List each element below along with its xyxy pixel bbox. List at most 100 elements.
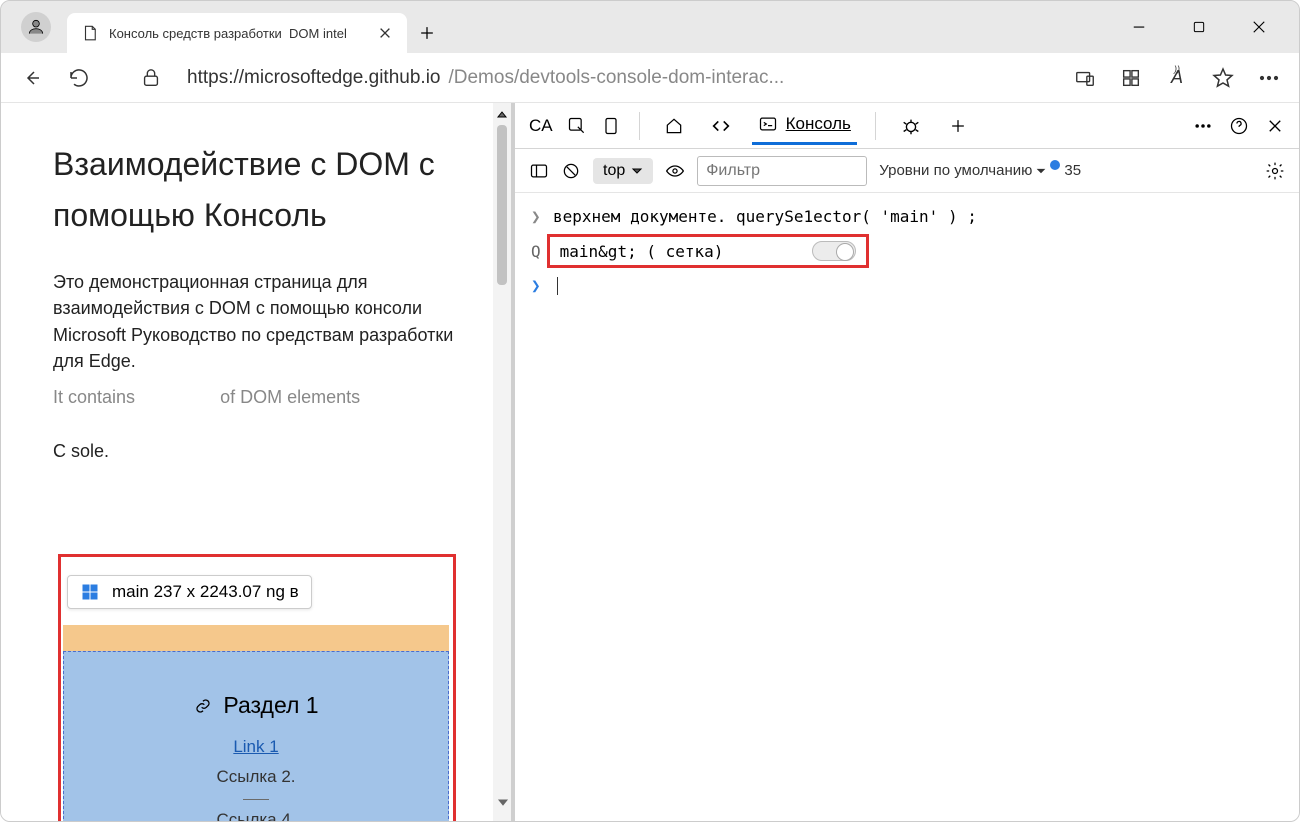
filter-input[interactable] bbox=[697, 156, 867, 186]
link-1[interactable]: Link 1 bbox=[64, 737, 448, 757]
devtools-panel: CA Консоль bbox=[511, 103, 1299, 821]
content-area: Взаимодействие с DOM с помощью Консоль Э… bbox=[1, 103, 1299, 821]
divider bbox=[243, 799, 269, 800]
tab-debug[interactable] bbox=[894, 107, 928, 145]
tab-close-button[interactable] bbox=[377, 25, 393, 41]
page-viewport: Взаимодействие с DOM с помощью Консоль Э… bbox=[1, 103, 511, 821]
tablet-icon bbox=[601, 116, 621, 136]
inspect-icon bbox=[567, 116, 587, 136]
address-bar: https://microsoftedge.github.io/Demos/de… bbox=[1, 53, 1299, 103]
page-paragraph-2: It contains of DOM elements bbox=[53, 384, 459, 410]
new-tab-button[interactable] bbox=[407, 13, 447, 53]
back-button[interactable] bbox=[19, 66, 43, 90]
console-settings[interactable] bbox=[1265, 161, 1285, 181]
console-result-row: Q main&gt; ( сетка) bbox=[531, 230, 1283, 272]
devtools-close[interactable] bbox=[1265, 116, 1285, 136]
tab-elements[interactable] bbox=[704, 107, 738, 145]
lock-icon bbox=[140, 67, 162, 89]
console-result[interactable]: main&gt; ( сетка) bbox=[547, 234, 869, 268]
grid-icon bbox=[80, 582, 100, 602]
tab-add[interactable] bbox=[942, 108, 974, 144]
home-icon bbox=[664, 116, 684, 136]
scroll-thumb[interactable] bbox=[497, 125, 507, 285]
close-icon bbox=[1266, 117, 1284, 135]
favorite-button[interactable] bbox=[1211, 66, 1235, 90]
plus-icon bbox=[417, 23, 437, 43]
page-heading: Взаимодействие с DOM с помощью Консоль bbox=[53, 139, 459, 241]
console-toolbar: top Уровни по умолчанию35 bbox=[515, 149, 1299, 193]
chevron-down-icon bbox=[631, 165, 643, 177]
issue-count: 35 bbox=[1064, 162, 1081, 179]
browser-window: Консоль средств разработки DOM intel htt… bbox=[0, 0, 1300, 822]
console-output: ❯ верхнем документе. querySe1ector( 'mai… bbox=[515, 193, 1299, 309]
grid-toggle[interactable] bbox=[812, 241, 856, 261]
reader-button[interactable] bbox=[1073, 66, 1097, 90]
reload-icon bbox=[67, 66, 91, 90]
tooltip-text: main 237 x 2243.07 ng в bbox=[112, 582, 299, 602]
chevron-right-icon: ❯ bbox=[531, 276, 545, 295]
dots-icon bbox=[1193, 116, 1213, 136]
eye-icon bbox=[665, 161, 685, 181]
code-icon bbox=[710, 115, 732, 137]
scroll-down-icon bbox=[497, 796, 509, 808]
tab-title-1: Консоль средств разработки bbox=[109, 26, 282, 41]
console-prompt[interactable]: ❯ bbox=[531, 272, 1283, 299]
badge-dot bbox=[1050, 160, 1060, 170]
profile-avatar[interactable] bbox=[21, 12, 51, 42]
devtools-tabbar: CA Консоль bbox=[515, 103, 1299, 149]
chevron-right-icon: ❯ bbox=[531, 207, 545, 226]
page-paragraph-1: Это демонстрационная страница для взаимо… bbox=[53, 269, 459, 373]
tab-title-2: DOM intel bbox=[289, 26, 347, 41]
url-text[interactable]: https://microsoftedge.github.io/Demos/de… bbox=[187, 67, 1049, 89]
close-icon bbox=[378, 26, 392, 40]
titlebar: Консоль средств разработки DOM intel bbox=[1, 1, 1299, 53]
site-info-button[interactable] bbox=[139, 66, 163, 90]
page-scrollbar[interactable] bbox=[493, 103, 511, 821]
device-icon bbox=[1074, 67, 1096, 89]
maximize-button[interactable] bbox=[1187, 15, 1211, 39]
gear-icon bbox=[1265, 160, 1285, 182]
close-window-button[interactable] bbox=[1247, 15, 1271, 39]
clear-console[interactable] bbox=[561, 161, 581, 181]
devtools-help[interactable] bbox=[1229, 116, 1249, 136]
apps-button[interactable] bbox=[1119, 66, 1143, 90]
live-expression[interactable] bbox=[665, 161, 685, 181]
link-4[interactable]: Ссылка 4. bbox=[64, 810, 448, 822]
chevron-down-icon bbox=[1036, 166, 1046, 176]
inspect-button[interactable] bbox=[567, 116, 587, 136]
scroll-up-icon bbox=[496, 109, 508, 121]
minimize-button[interactable] bbox=[1127, 15, 1151, 39]
minimize-icon bbox=[1130, 18, 1148, 36]
console-command[interactable]: верхнем документе. querySe1ector( 'main'… bbox=[553, 207, 977, 226]
plus-icon bbox=[948, 116, 968, 136]
devtools-ca-label[interactable]: CA bbox=[529, 116, 553, 136]
console-input-row: ❯ верхнем документе. querySe1ector( 'mai… bbox=[531, 203, 1283, 230]
close-icon bbox=[1250, 18, 1268, 36]
link-icon bbox=[193, 696, 213, 716]
text-cursor bbox=[557, 277, 558, 295]
browser-tab[interactable]: Консоль средств разработки DOM intel bbox=[67, 13, 407, 53]
read-aloud-button[interactable]: A)) bbox=[1165, 66, 1189, 90]
dots-icon bbox=[1257, 66, 1281, 90]
star-icon bbox=[1211, 66, 1235, 90]
clear-icon bbox=[561, 161, 581, 181]
section-heading: Раздел 1 bbox=[193, 692, 318, 719]
main-overlay: Раздел 1 Link 1 Ссылка 2. Ссылка 4. Ссыл… bbox=[63, 651, 449, 822]
inspector-tooltip: main 237 x 2243.07 ng в bbox=[67, 575, 312, 609]
maximize-icon bbox=[1191, 19, 1207, 35]
device-toggle[interactable] bbox=[601, 116, 621, 136]
log-levels[interactable]: Уровни по умолчанию35 bbox=[879, 162, 1081, 179]
output-prefix: Q bbox=[531, 242, 541, 261]
reload-button[interactable] bbox=[67, 66, 91, 90]
addrbar-actions: A)) bbox=[1073, 66, 1281, 90]
page-paragraph-3: C sole. bbox=[53, 438, 459, 464]
link-2[interactable]: Ссылка 2. bbox=[64, 767, 448, 787]
sidebar-toggle[interactable] bbox=[529, 161, 549, 181]
menu-button[interactable] bbox=[1257, 66, 1281, 90]
tab-console[interactable]: Консоль bbox=[752, 106, 857, 145]
help-icon bbox=[1229, 115, 1249, 137]
margin-overlay bbox=[63, 625, 449, 651]
tab-welcome[interactable] bbox=[658, 108, 690, 144]
devtools-more[interactable] bbox=[1193, 116, 1213, 136]
context-selector[interactable]: top bbox=[593, 158, 653, 184]
